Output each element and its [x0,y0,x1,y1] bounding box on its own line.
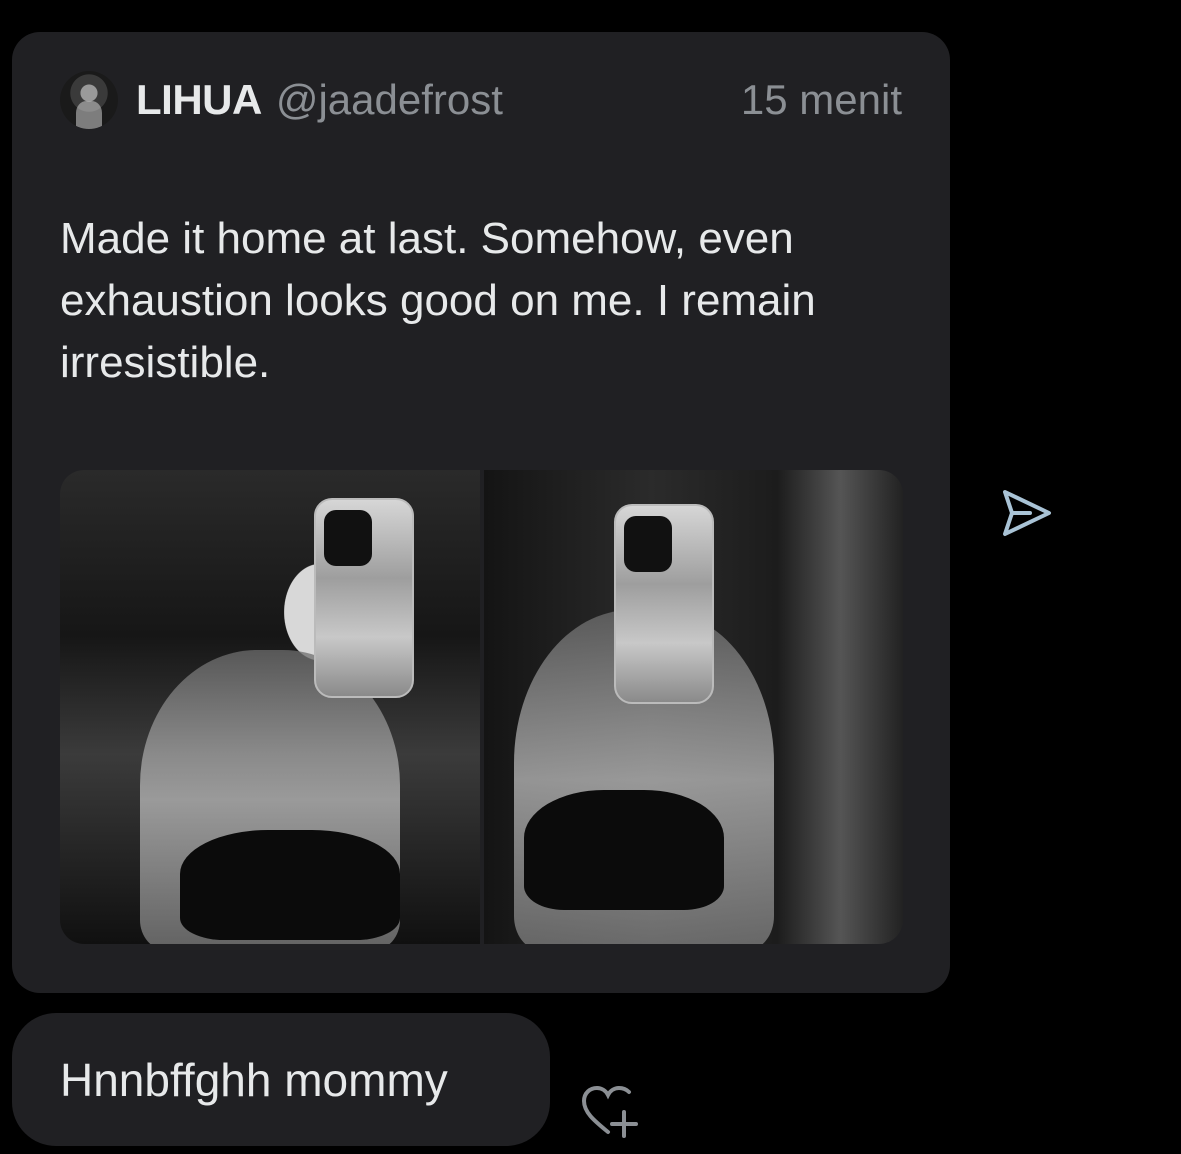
timestamp: 15 menit [740,76,902,123]
photo-garment [523,790,724,910]
reply-message-text: Hnnbffghh mommy [60,1053,448,1106]
media-grid [60,470,903,944]
user-handle[interactable]: @jaadefrost [276,76,503,124]
phone-case [613,504,714,704]
shared-tweet-card[interactable]: LIHUA @jaadefrost 15 menit Made it home … [12,32,950,993]
tweet-photo-2[interactable] [483,470,903,944]
tweet-photo-1[interactable] [60,470,480,944]
photo-garment [180,830,400,940]
add-reaction-icon[interactable] [578,1082,642,1138]
display-name[interactable]: LIHUA [136,76,262,124]
reply-message-bubble[interactable]: Hnnbffghh mommy [12,1013,550,1146]
avatar[interactable] [60,71,118,129]
send-icon[interactable] [1000,488,1054,538]
tweet-text: Made it home at last. Somehow, even exha… [60,214,816,387]
phone-case [314,498,414,698]
dm-conversation: LIHUA @jaadefrost 15 menit Made it home … [0,0,1181,1154]
tweet-header: LIHUA @jaadefrost 15 menit [60,71,902,129]
